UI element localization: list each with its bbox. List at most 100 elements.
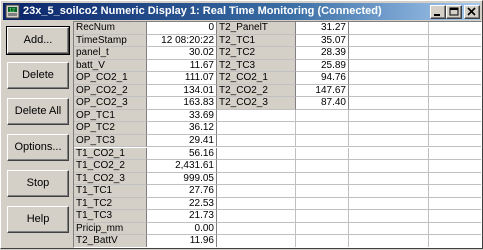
empty-cell <box>349 172 429 186</box>
empty-cell <box>296 235 349 247</box>
help-button[interactable]: Help <box>7 206 69 233</box>
title-bar[interactable]: 12 23x_5_soilco2 Numeric Display 1: Real… <box>3 3 480 20</box>
empty-cell <box>429 109 481 123</box>
field-value-cell: 134.01 <box>147 84 217 98</box>
empty-value-column <box>429 22 481 247</box>
field-value-cell: 111.07 <box>147 72 217 85</box>
field-value-cell: 31.27 <box>296 22 349 35</box>
field-value-cell: 30.02 <box>147 47 217 60</box>
field-value-cell: 25.89 <box>296 59 349 73</box>
empty-cell <box>349 122 429 135</box>
empty-cell <box>217 147 296 161</box>
empty-cell <box>296 185 349 198</box>
empty-cell <box>429 22 481 35</box>
field-value-cell: 11.96 <box>147 235 217 247</box>
maximize-icon <box>449 7 459 16</box>
empty-cell <box>429 122 481 135</box>
left-value-column: 0 12 08:20:22 30.02 11.67 111.07 134.01 163.83… <box>147 22 217 247</box>
empty-cell <box>429 197 481 211</box>
empty-cell <box>349 34 429 48</box>
empty-cell <box>429 134 481 148</box>
close-button[interactable] <box>464 5 480 19</box>
field-name-cell: T1_TC1 <box>74 185 147 198</box>
empty-cell <box>217 210 296 223</box>
field-name-cell: OP_TC3 <box>74 134 147 148</box>
empty-cell <box>429 222 481 236</box>
options-button[interactable]: Options... <box>7 134 69 161</box>
empty-cell <box>217 222 296 236</box>
empty-cell <box>429 172 481 186</box>
button-panel: Add... Delete Delete All Options... Stop… <box>1 21 71 250</box>
field-value-cell: 0.00 <box>147 222 217 236</box>
empty-cell <box>349 210 429 223</box>
field-name-cell: T1_TC3 <box>74 210 147 223</box>
field-value-cell: 22.53 <box>147 197 217 211</box>
field-value-cell: 56.16 <box>147 147 217 161</box>
empty-cell <box>429 72 481 85</box>
empty-cell <box>349 185 429 198</box>
delete-all-button[interactable]: Delete All <box>7 98 69 125</box>
left-label-column: RecNum TimeStamp panel_t batt_V OP_CO2_1 OP_C… <box>74 22 147 247</box>
empty-cell <box>429 235 481 247</box>
empty-cell <box>349 109 429 123</box>
empty-cell <box>296 172 349 186</box>
right-label-column: T2_PanelT T2_TC1 T2_TC2 T2_TC3 T2_CO2_1 T2_CO… <box>217 22 296 247</box>
empty-cell <box>349 235 429 247</box>
field-name-cell: T2_TC1 <box>217 34 296 48</box>
field-name-cell: T2_CO2_2 <box>217 84 296 98</box>
empty-cell <box>429 34 481 48</box>
empty-cell <box>349 147 429 161</box>
field-value-cell: 94.76 <box>296 72 349 85</box>
field-name-cell: Pricip_mm <box>74 222 147 236</box>
field-name-cell: T2_PanelT <box>217 22 296 35</box>
field-name-cell: OP_TC2 <box>74 122 147 135</box>
add-button[interactable]: Add... <box>6 26 70 55</box>
empty-cell <box>429 160 481 173</box>
empty-cell <box>296 222 349 236</box>
field-value-cell: 163.83 <box>147 97 217 110</box>
field-name-cell: TimeStamp <box>74 34 147 48</box>
numeric-display-window: 12 23x_5_soilco2 Numeric Display 1: Real… <box>0 0 483 249</box>
empty-cell <box>296 160 349 173</box>
empty-cell <box>429 147 481 161</box>
field-value-cell: 27.76 <box>147 185 217 198</box>
close-icon <box>467 7 476 16</box>
numeric-display-grid[interactable]: RecNum TimeStamp panel_t batt_V OP_CO2_1 OP_C… <box>73 21 482 248</box>
empty-cell <box>349 47 429 60</box>
empty-cell <box>296 109 349 123</box>
svg-text:12: 12 <box>9 8 15 14</box>
field-name-cell: OP_CO2_2 <box>74 84 147 98</box>
empty-cell <box>349 97 429 110</box>
empty-cell <box>296 197 349 211</box>
empty-label-column <box>349 22 429 247</box>
empty-cell <box>217 185 296 198</box>
empty-cell <box>349 59 429 73</box>
empty-cell <box>349 72 429 85</box>
field-name-cell: T2_CO2_3 <box>217 97 296 110</box>
empty-cell <box>429 210 481 223</box>
field-name-cell: T2_CO2_1 <box>217 72 296 85</box>
maximize-button[interactable] <box>446 5 462 19</box>
empty-cell <box>217 235 296 247</box>
stop-button[interactable]: Stop <box>7 170 69 197</box>
field-name-cell: T1_CO2_3 <box>74 172 147 186</box>
field-value-cell: 11.67 <box>147 59 217 73</box>
field-value-cell: 35.07 <box>296 34 349 48</box>
empty-cell <box>349 197 429 211</box>
empty-cell <box>217 134 296 148</box>
field-name-cell: OP_TC1 <box>74 109 147 123</box>
field-name-cell: T1_TC2 <box>74 197 147 211</box>
minimize-button[interactable] <box>430 5 446 19</box>
field-value-cell: 0 <box>147 22 217 35</box>
empty-cell <box>217 160 296 173</box>
right-value-column: 31.27 35.07 28.39 25.89 94.76 147.67 87.40 <box>296 22 349 247</box>
field-name-cell: RecNum <box>74 22 147 35</box>
empty-cell <box>429 59 481 73</box>
empty-cell <box>429 47 481 60</box>
delete-button[interactable]: Delete <box>7 62 69 89</box>
window-title: 23x_5_soilco2 Numeric Display 1: Real Ti… <box>23 5 382 17</box>
empty-cell <box>349 160 429 173</box>
app-icon: 12 <box>5 4 20 19</box>
field-value-cell: 21.73 <box>147 210 217 223</box>
empty-cell <box>349 222 429 236</box>
